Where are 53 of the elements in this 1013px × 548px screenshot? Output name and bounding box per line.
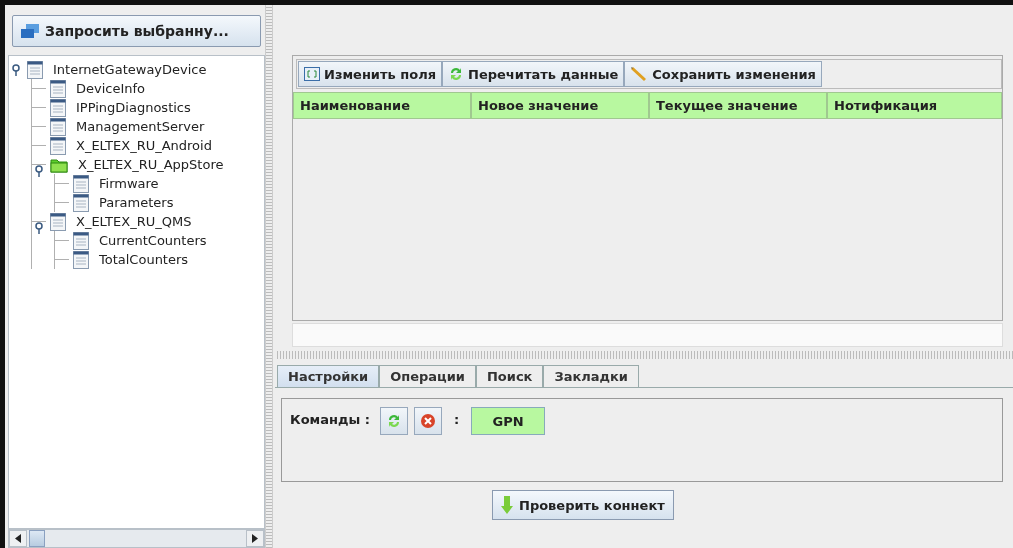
- tree-item[interactable]: X_ELTEX_RU_AppStore: [72, 157, 224, 172]
- horizontal-scrollbar[interactable]: [8, 529, 265, 548]
- expanded-handle-icon[interactable]: [34, 222, 44, 234]
- table-icon: [73, 250, 89, 269]
- commands-label: Команды :: [290, 411, 370, 429]
- tree-item[interactable]: Firmware: [93, 176, 159, 191]
- left-arrow-icon[interactable]: [15, 534, 21, 543]
- windows-icon: [21, 24, 39, 38]
- table-icon: [50, 79, 66, 98]
- pencil-icon: [630, 66, 649, 82]
- tab[interactable]: Поиск: [475, 365, 544, 387]
- refresh-button[interactable]: [379, 407, 408, 435]
- tree-item[interactable]: IPPingDiagnostics: [70, 100, 191, 115]
- tab[interactable]: Операции: [379, 365, 476, 387]
- column-header[interactable]: Текущее значение: [649, 92, 827, 119]
- command-value: GPN: [471, 407, 546, 435]
- table-icon: [50, 117, 66, 136]
- scroll-thumb[interactable]: [29, 530, 45, 547]
- table-icon: [50, 98, 66, 117]
- tree-item[interactable]: X_ELTEX_RU_Android: [70, 138, 212, 153]
- window-icon: [304, 67, 320, 81]
- close-icon: [419, 413, 436, 429]
- column-header[interactable]: Наименование: [293, 92, 471, 119]
- request-selected-button[interactable]: Запросить выбранну...: [12, 15, 261, 47]
- check-connection-button[interactable]: Проверить коннект: [492, 490, 674, 520]
- toolbar-button[interactable]: Перечитать данные: [442, 61, 625, 87]
- separator-text: :: [453, 411, 460, 429]
- tree-item[interactable]: Parameters: [93, 195, 174, 210]
- table-icon: [73, 231, 89, 250]
- table-icon: [27, 60, 43, 79]
- column-header[interactable]: Нотификация: [827, 92, 1002, 119]
- table-icon: [73, 174, 89, 193]
- tab[interactable]: Настройки: [277, 365, 380, 387]
- tree-item[interactable]: CurrentCounters: [93, 233, 207, 248]
- table-icon: [73, 193, 89, 212]
- expanded-handle-icon[interactable]: [34, 165, 44, 177]
- cancel-button[interactable]: [413, 407, 442, 435]
- tree-item[interactable]: DeviceInfo: [70, 81, 146, 96]
- table-icon: [50, 136, 66, 155]
- column-header[interactable]: Новое значение: [471, 92, 649, 119]
- tree-item[interactable]: ManagementServer: [70, 119, 205, 134]
- folder-icon: [50, 156, 68, 173]
- tree-item[interactable]: InternetGatewayDevice: [47, 62, 207, 77]
- expanded-handle-icon[interactable]: [11, 63, 21, 76]
- down-arrow-icon: [501, 496, 513, 514]
- right-arrow-icon[interactable]: [252, 534, 258, 543]
- table-icon: [50, 212, 66, 231]
- input-field[interactable]: [292, 323, 1003, 347]
- tree-item[interactable]: TotalCounters: [93, 252, 189, 267]
- tab[interactable]: Закладки: [543, 365, 639, 387]
- toolbar-button[interactable]: Изменить поля: [298, 61, 443, 87]
- toolbar-button[interactable]: Сохранить изменения: [624, 61, 822, 87]
- tree-item[interactable]: X_ELTEX_RU_QMS: [70, 214, 192, 229]
